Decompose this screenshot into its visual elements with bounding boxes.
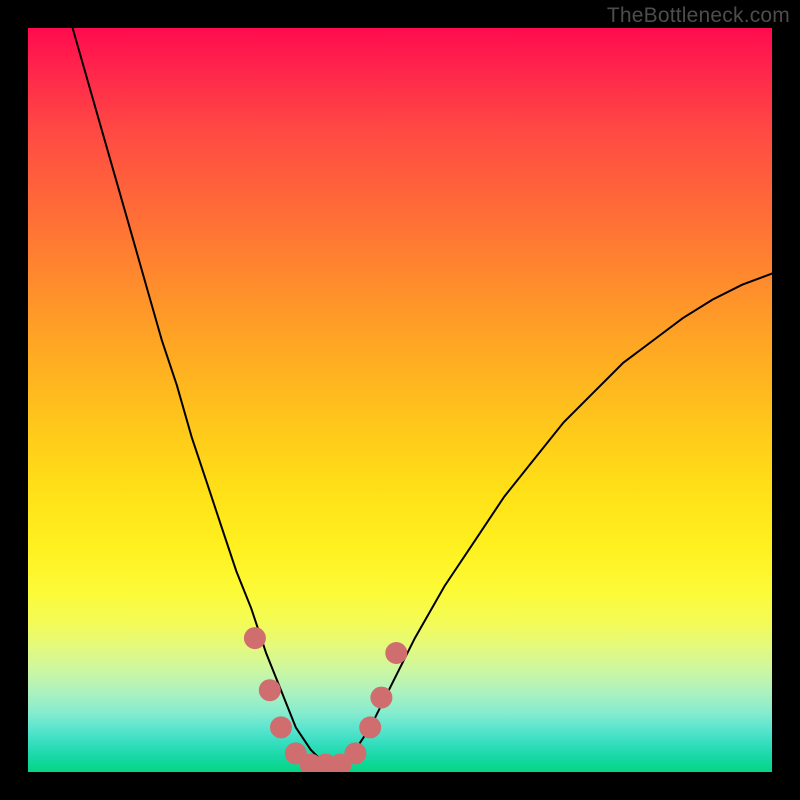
plot-area xyxy=(28,28,772,772)
watermark-text: TheBottleneck.com xyxy=(607,4,790,28)
bottleneck-curve xyxy=(73,28,772,765)
outer-frame: TheBottleneck.com xyxy=(0,0,800,800)
valley-marker xyxy=(244,627,266,649)
curve-layer xyxy=(28,28,772,772)
valley-marker xyxy=(385,642,407,664)
valley-marker xyxy=(259,679,281,701)
valley-marker xyxy=(270,716,292,738)
valley-marker xyxy=(344,742,366,764)
valley-marker xyxy=(359,716,381,738)
valley-marker xyxy=(370,687,392,709)
valley-markers-group xyxy=(244,627,407,772)
